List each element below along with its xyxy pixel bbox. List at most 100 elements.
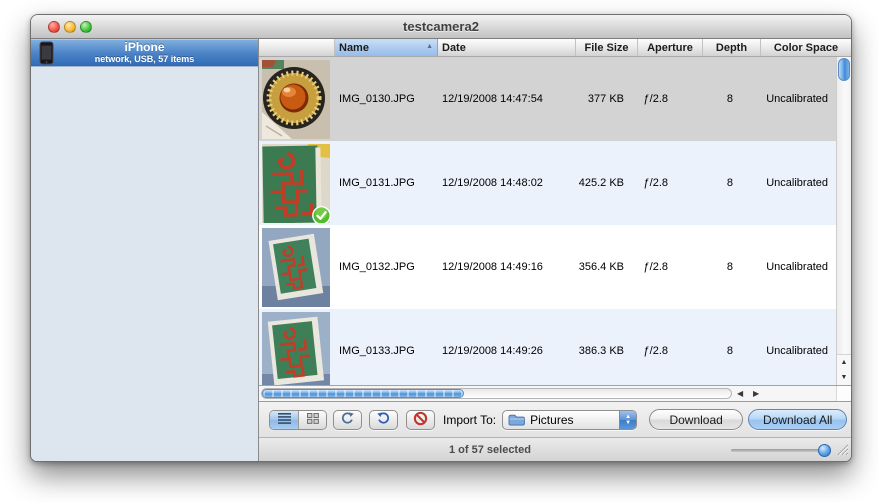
file-date: 12/19/2008 14:48:02: [438, 177, 576, 189]
import-destination-value: Pictures: [530, 413, 573, 427]
device-name: iPhone: [124, 41, 164, 54]
file-depth: 8: [703, 93, 761, 105]
titlebar[interactable]: testcamera2: [31, 15, 851, 39]
download-button-label: Download: [669, 413, 722, 427]
list-view-button[interactable]: [270, 411, 298, 429]
photo-thumbnail-metronome: [262, 60, 330, 139]
scroll-left-button[interactable]: ◀: [737, 387, 743, 401]
photo-thumbnail-maze-board: [262, 144, 330, 223]
column-header-thumbnail: [259, 39, 335, 56]
slider-thumb[interactable]: [818, 444, 831, 457]
window-title: testcamera2: [403, 19, 479, 34]
table-row-img-0133[interactable]: IMG_0133.JPG 12/19/2008 14:49:26 386.3 K…: [259, 309, 836, 385]
column-header-aperture[interactable]: Aperture: [638, 39, 703, 56]
column-header-color-space[interactable]: Color Space: [761, 39, 851, 56]
table-header: Name ▲ Date File Size Aperture Depth Col…: [259, 39, 851, 57]
delete-prohibition-icon: [413, 411, 428, 429]
thumbnail-cell: [259, 228, 335, 307]
file-name: IMG_0131.JPG: [335, 177, 438, 189]
window-controls: [48, 15, 92, 38]
device-sidebar: iPhone network, USB, 57 items: [31, 39, 259, 462]
minimize-button[interactable]: [64, 21, 76, 33]
file-name: IMG_0133.JPG: [335, 345, 438, 357]
download-button[interactable]: Download: [649, 409, 743, 430]
thumbnail-cell: [259, 312, 335, 386]
vertical-scrollbar[interactable]: ▲ ▼: [836, 57, 851, 385]
scrollbar-corner: [836, 386, 851, 401]
file-depth: 8: [703, 345, 761, 357]
file-color-space: Uncalibrated: [761, 93, 836, 105]
scroll-down-button[interactable]: ▼: [837, 370, 851, 385]
delete-button[interactable]: [406, 410, 435, 430]
iphone-icon: [39, 41, 54, 70]
toolbar: Import To: Pictures ▲▼ Download Download…: [259, 401, 851, 437]
file-aperture: ƒ/2.8: [638, 93, 703, 105]
folder-icon: [508, 414, 525, 426]
file-date: 12/19/2008 14:49:26: [438, 345, 576, 357]
thumbnail-cell: [259, 60, 335, 139]
sort-ascending-icon: ▲: [426, 43, 433, 50]
file-aperture: ƒ/2.8: [638, 177, 703, 189]
horizontal-scrollbar-track[interactable]: [261, 388, 732, 399]
import-destination-popup[interactable]: Pictures ▲▼: [502, 410, 637, 430]
list-view-icon: [278, 413, 291, 427]
file-depth: 8: [703, 177, 761, 189]
selection-status-text: 1 of 57 selected: [449, 444, 531, 456]
file-color-space: Uncalibrated: [761, 177, 836, 189]
column-header-file-size[interactable]: File Size: [576, 39, 638, 56]
app-window: testcamera2 iPhone network, USB, 57 item…: [30, 14, 852, 462]
vertical-scrollbar-arrows: ▲ ▼: [837, 354, 851, 385]
column-header-depth[interactable]: Depth: [703, 39, 761, 56]
import-to-label: Import To:: [443, 413, 496, 427]
status-bar: 1 of 57 selected: [259, 437, 851, 462]
sidebar-item-iphone[interactable]: iPhone network, USB, 57 items: [31, 39, 258, 67]
table-row-img-0131[interactable]: IMG_0131.JPG 12/19/2008 14:48:02 425.2 K…: [259, 141, 836, 225]
download-all-button[interactable]: Download All: [748, 409, 847, 430]
file-color-space: Uncalibrated: [761, 345, 836, 357]
scroll-right-button[interactable]: ▶: [753, 387, 759, 401]
file-aperture: ƒ/2.8: [638, 345, 703, 357]
column-header-name[interactable]: Name ▲: [335, 39, 438, 56]
scroll-up-button[interactable]: ▲: [837, 355, 851, 370]
device-details: network, USB, 57 items: [95, 54, 195, 64]
file-size: 425.2 KB: [576, 177, 638, 189]
close-button[interactable]: [48, 21, 60, 33]
rotate-counterclockwise-button[interactable]: [369, 410, 398, 430]
vertical-scrollbar-thumb[interactable]: [838, 58, 850, 81]
scroll-up-icon: ▲: [841, 359, 848, 366]
photo-thumbnail-tilted-board-2: [262, 312, 330, 386]
column-label: Color Space: [774, 42, 838, 54]
file-name: IMG_0132.JPG: [335, 261, 438, 273]
downloaded-check-icon: [311, 205, 332, 223]
stepper-down-icon: ▼: [625, 420, 631, 426]
column-label: Name: [339, 42, 369, 54]
file-name: IMG_0130.JPG: [335, 93, 438, 105]
table-row-img-0130[interactable]: IMG_0130.JPG 12/19/2008 14:47:54 377 KB …: [259, 57, 836, 141]
table-row-img-0132[interactable]: IMG_0132.JPG 12/19/2008 14:49:16 356.4 K…: [259, 225, 836, 309]
column-header-date[interactable]: Date: [438, 39, 576, 56]
file-date: 12/19/2008 14:49:16: [438, 261, 576, 273]
horizontal-scrollbar[interactable]: ◀ ▶: [259, 385, 851, 401]
column-label: Date: [442, 42, 466, 54]
file-list: IMG_0130.JPG 12/19/2008 14:47:54 377 KB …: [259, 57, 851, 385]
file-size: 386.3 KB: [576, 345, 638, 357]
file-size: 356.4 KB: [576, 261, 638, 273]
download-all-button-label: Download All: [763, 413, 832, 427]
grid-view-icon: [307, 413, 319, 427]
horizontal-scrollbar-thumb[interactable]: [262, 389, 464, 398]
grid-view-button[interactable]: [298, 411, 326, 429]
file-color-space: Uncalibrated: [761, 261, 836, 273]
thumbnail-cell: [259, 144, 335, 223]
view-mode-segmented-control: [269, 410, 327, 430]
rotate-clockwise-button[interactable]: [333, 410, 362, 430]
scroll-down-icon: ▼: [841, 374, 848, 381]
rotate-clockwise-icon: [340, 411, 355, 429]
file-size: 377 KB: [576, 93, 638, 105]
column-label: Depth: [716, 42, 747, 54]
column-label: Aperture: [647, 42, 693, 54]
column-label: File Size: [584, 42, 628, 54]
file-depth: 8: [703, 261, 761, 273]
zoom-button[interactable]: [80, 21, 92, 33]
resize-grip[interactable]: [836, 442, 848, 460]
file-aperture: ƒ/2.8: [638, 261, 703, 273]
